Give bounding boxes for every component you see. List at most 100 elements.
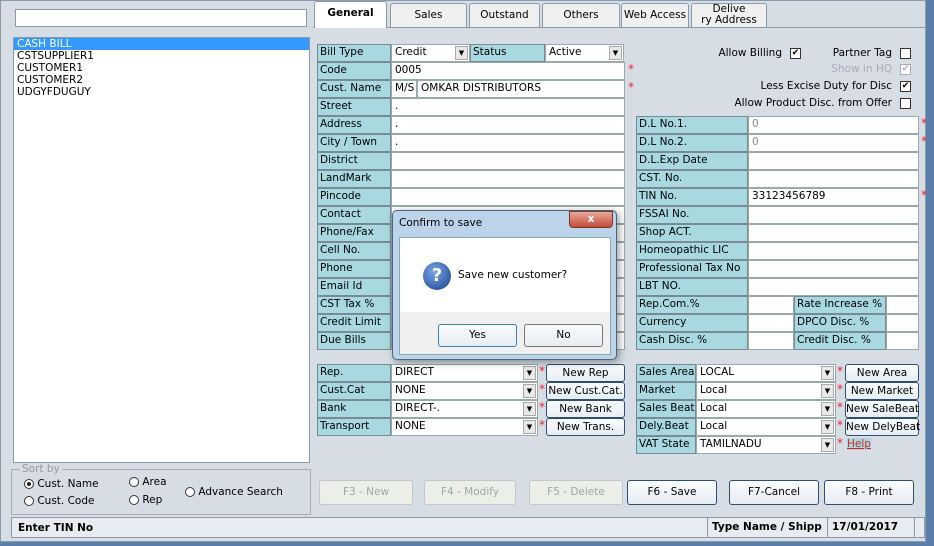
tab-outstand[interactable]: Outstand [469,3,540,27]
check-icon[interactable] [900,47,911,59]
check-icon[interactable]: ✔ [900,63,911,75]
tab-delive-ry-address[interactable]: Delive ry Address [691,3,767,27]
chevron-down-icon[interactable]: ▼ [821,420,834,434]
chevron-down-icon[interactable]: ▼ [821,366,834,380]
chevron-down-icon[interactable]: ▼ [609,46,622,60]
combo-select[interactable]: DIRECT-. ▼ [391,400,538,418]
chevron-down-icon[interactable]: ▼ [821,438,834,452]
field-input[interactable] [748,296,794,314]
checkbox-partner-tag[interactable]: Partner Tag [833,47,911,59]
field-input[interactable] [748,170,919,188]
combo-select[interactable]: TAMILNADU ▼ [696,436,836,454]
check-icon[interactable]: ✔ [790,47,801,59]
customer-list-item[interactable]: CSTSUPPLIER1 [14,50,309,62]
field-input[interactable] [748,152,919,170]
combo-select[interactable]: NONE ▼ [391,418,538,436]
chevron-down-icon[interactable]: ▼ [455,46,468,60]
sort-rep-radio[interactable]: Rep [129,494,162,506]
tab-general[interactable]: General [314,1,387,28]
combo-value: DIRECT [395,366,434,378]
field-input[interactable] [391,152,625,170]
field-input[interactable]: 33123456789 [748,188,919,206]
status-label: Status [470,44,545,62]
field-label: FSSAI No. [636,206,748,224]
chevron-down-icon[interactable]: ▼ [821,402,834,416]
new-custcat-button[interactable]: New Cust.Cat. [546,382,625,400]
combo-select[interactable]: LOCAL ▼ [696,364,836,382]
checkbox-less-excise-duty-for-disc[interactable]: Less Excise Duty for Disc ✔ [761,80,911,92]
f3-new-button: F3 - New [319,480,413,505]
sort-advance-search-radio[interactable]: Advance Search [185,486,283,498]
field-input[interactable] [886,314,919,332]
field-label: Contact [317,206,391,224]
customer-list-item[interactable]: CUSTOMER1 [14,62,309,74]
field-input[interactable]: . [391,134,625,152]
new-trans-button[interactable]: New Trans. [546,418,625,436]
field-input[interactable] [391,188,625,206]
checkbox-label: Allow Product Disc. from Offer [734,97,892,109]
new-salebeat-button[interactable]: New SaleBeat [845,400,919,418]
tab-web-access[interactable]: Web Access [621,3,689,27]
customer-search-input[interactable] [15,9,307,27]
check-icon[interactable]: ✔ [900,80,911,92]
combo-select[interactable]: Local ▼ [696,418,836,436]
required-star-icon: * [539,364,545,378]
chevron-down-icon[interactable]: ▼ [821,384,834,398]
dialog-yes-button[interactable]: Yes [438,324,517,347]
f8-print-button[interactable]: F8 - Print [824,480,914,505]
sort-area-radio[interactable]: Area [129,476,167,488]
field-input[interactable]: 0 [748,134,919,152]
field-input[interactable]: 0005 [391,62,625,80]
field-input[interactable] [748,260,919,278]
new-delybeat-button[interactable]: New DelyBeat [845,418,920,436]
customer-list-item[interactable]: UDGYFDUGUY [14,86,309,98]
f6-save-button[interactable]: F6 - Save [627,480,717,505]
name-prefix-field[interactable]: M/S [391,80,417,98]
customer-list-item[interactable]: CASH BILL [14,38,309,50]
field-input[interactable] [748,224,919,242]
chevron-down-icon[interactable]: ▼ [523,366,536,380]
cust-name-field[interactable]: OMKAR DISTRIBUTORS [417,80,625,98]
new-market-button[interactable]: New Market [845,382,919,400]
tab-others[interactable]: Others [542,3,620,27]
combo-select[interactable]: NONE ▼ [391,382,538,400]
combo-select[interactable]: Local ▼ [696,400,836,418]
new-bank-button[interactable]: New Bank [546,400,625,418]
field-input[interactable]: . [391,116,625,134]
field-input[interactable]: . [391,98,625,116]
field-input[interactable] [748,332,794,350]
check-icon[interactable] [900,97,911,109]
status-select[interactable]: Active ▼ [545,44,624,62]
sort-cust-name-radio[interactable]: Cust. Name [24,478,99,490]
checkbox-allow-billing[interactable]: Allow Billing ✔ [718,47,801,59]
combo-select[interactable]: DIRECT ▼ [391,364,538,382]
customer-list-item[interactable]: CUSTOMER2 [14,74,309,86]
field-input[interactable] [748,206,919,224]
customer-list[interactable]: CASH BILL CSTSUPPLIER1 CUSTOMER1 CUSTOMER2 U… [13,37,310,463]
f7-cancel-button[interactable]: F7-Cancel [729,480,819,505]
field-input[interactable]: 0 [748,116,919,134]
dialog-close-button[interactable]: x [569,211,613,228]
combo-select[interactable]: Local ▼ [696,382,836,400]
field-input[interactable] [886,296,919,314]
f4-modify-button: F4 - Modify [424,480,516,505]
bill-type-select[interactable]: Credit ▼ [391,44,470,62]
chevron-down-icon[interactable]: ▼ [523,402,536,416]
tab-sales[interactable]: Sales [390,3,467,27]
new-rep-button[interactable]: New Rep [546,364,625,382]
chevron-down-icon[interactable]: ▼ [523,420,536,434]
dialog-no-button[interactable]: No [524,324,603,347]
field-input[interactable] [391,170,625,188]
field-label: Currency [636,314,748,332]
chevron-down-icon[interactable]: ▼ [523,384,536,398]
combo-label: Rep. [317,364,391,382]
new-area-button[interactable]: New Area [845,364,919,382]
field-input[interactable] [886,332,919,350]
field-input[interactable] [748,242,919,260]
field-input[interactable] [748,278,919,296]
field-label: D.L No.1. [636,116,748,134]
help-link[interactable]: Help [847,438,871,450]
checkbox-allow-product-disc-from-offer[interactable]: Allow Product Disc. from Offer [734,97,911,109]
sort-cust-code-radio[interactable]: Cust. Code [24,495,94,507]
field-input[interactable] [748,314,794,332]
